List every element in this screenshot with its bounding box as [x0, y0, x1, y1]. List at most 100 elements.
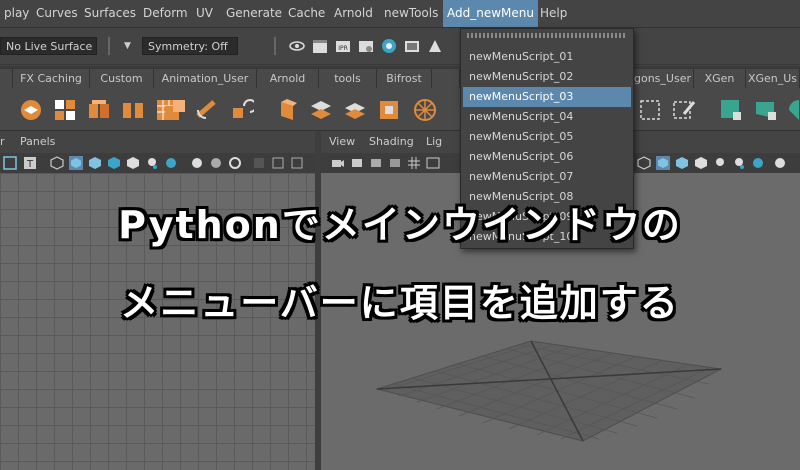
text-icon[interactable]: T [23, 156, 37, 170]
menu-item-newmenuscript-02[interactable]: newMenuScript_02 [463, 67, 631, 87]
wireframe-icon[interactable] [637, 156, 651, 170]
arnold-render-icon[interactable] [427, 38, 443, 54]
menu-item-newmenuscript-04[interactable]: newMenuScript_04 [463, 107, 631, 127]
camera-attributes-icon[interactable] [350, 156, 364, 170]
ambient-occlusion-icon[interactable] [164, 156, 178, 170]
motion-blur-icon[interactable] [190, 156, 204, 170]
shelf [0, 88, 800, 131]
xgen-modifier-icon[interactable] [787, 98, 800, 122]
menu-newtools[interactable]: newTools [380, 0, 442, 27]
paint-select-icon[interactable] [672, 98, 696, 122]
xgen-guides-icon[interactable] [754, 98, 778, 122]
tab-polygons-user[interactable]: gons_User [632, 69, 694, 88]
use-lights-icon[interactable] [713, 156, 727, 170]
clapper-icon[interactable] [312, 38, 328, 54]
textured-icon[interactable] [694, 156, 708, 170]
smooth-shade-icon[interactable] [69, 156, 83, 170]
menu-renderer[interactable]: r [0, 131, 5, 153]
tab-xgen-user[interactable]: XGen_Us [746, 69, 800, 88]
wireframe-icon[interactable] [50, 156, 64, 170]
polygon-layers-icon[interactable] [19, 98, 43, 122]
motion-blur-icon[interactable] [773, 156, 787, 170]
tab-tools[interactable]: tools [319, 69, 377, 88]
xgen-create-icon[interactable] [719, 98, 743, 122]
tear-off-handle[interactable] [467, 33, 627, 38]
wireframe-on-shaded-icon[interactable] [675, 156, 689, 170]
menu-item-newmenuscript-05[interactable]: newMenuScript_05 [463, 127, 631, 147]
combine-icon[interactable] [53, 98, 77, 122]
render-eye-icon[interactable] [289, 38, 305, 54]
bevel-icon[interactable] [163, 98, 187, 122]
tab-xgen[interactable]: XGen [694, 69, 746, 88]
tab-fx-caching[interactable]: FX Caching [13, 69, 90, 88]
tab-hidden[interactable] [432, 69, 460, 88]
extract-icon[interactable] [87, 98, 111, 122]
film-gate-icon[interactable] [426, 156, 440, 170]
svg-text:IPR: IPR [338, 45, 348, 52]
shelf-tabs: FX Caching Custom Animation_User Arnold … [0, 66, 800, 88]
menu-item-newmenuscript-06[interactable]: newMenuScript_06 [463, 147, 631, 167]
mirror-icon[interactable] [230, 98, 254, 122]
grid-toggle-icon[interactable] [407, 156, 421, 170]
menu-uv[interactable]: UV [192, 0, 217, 27]
svg-text:T: T [26, 159, 34, 170]
tab-custom[interactable]: Custom [90, 69, 154, 88]
viewport-left-menubar: r Panels [0, 131, 315, 153]
ambient-occlusion-icon[interactable] [751, 156, 765, 170]
tab-shelf[interactable] [0, 69, 13, 88]
menu-shading[interactable]: Shading [369, 131, 414, 153]
menu-panels[interactable]: Panels [20, 131, 55, 153]
tab-animation-user[interactable]: Animation_User [154, 69, 257, 88]
menu-surfaces[interactable]: Surfaces [80, 0, 140, 27]
menu-item-newmenuscript-07[interactable]: newMenuScript_07 [463, 167, 631, 187]
symmetry-field[interactable]: Symmetry: Off [142, 37, 238, 55]
render-settings-icon[interactable] [358, 38, 374, 54]
menu-view[interactable]: View [329, 131, 355, 153]
menu-arnold[interactable]: Arnold [330, 0, 377, 27]
isolate-select-icon[interactable] [252, 156, 266, 170]
maya-window: play Curves Surfaces Deform UV Generate … [0, 0, 800, 470]
dropdown-arrow-icon[interactable]: ▼ [124, 38, 140, 54]
overlay-title-line-1: Pythonでメインウインドウの [118, 203, 682, 247]
wedge-icon[interactable] [413, 98, 437, 122]
menu-generate[interactable]: Generate [222, 0, 286, 27]
menu-cache[interactable]: Cache [284, 0, 329, 27]
viewport-left-toolbar: T [0, 153, 315, 173]
menu-item-newmenuscript-03[interactable]: newMenuScript_03 [463, 87, 631, 107]
shadows-icon[interactable] [732, 156, 746, 170]
render-view-icon[interactable] [404, 38, 420, 54]
anti-alias-icon[interactable] [209, 156, 223, 170]
menu-deform[interactable]: Deform [139, 0, 192, 27]
depth-of-field-icon[interactable] [228, 156, 242, 170]
append-icon[interactable] [343, 98, 367, 122]
menu-lighting[interactable]: Lig [426, 131, 442, 153]
wireframe-on-shaded-icon[interactable] [88, 156, 102, 170]
xray-icon[interactable] [271, 156, 285, 170]
use-lights-icon[interactable] [126, 156, 140, 170]
separate-icon[interactable] [121, 98, 145, 122]
smooth-icon[interactable] [194, 98, 218, 122]
menu-display[interactable]: play [0, 0, 33, 27]
textured-icon[interactable] [107, 156, 121, 170]
shadows-icon[interactable] [145, 156, 159, 170]
tab-arnold[interactable]: Arnold [257, 69, 319, 88]
xray-joints-icon[interactable] [290, 156, 304, 170]
separator [108, 37, 110, 55]
bridge-icon[interactable] [309, 98, 333, 122]
menu-add-newmenu[interactable]: Add_newMenu [443, 0, 538, 27]
target-weld-icon[interactable] [638, 98, 662, 122]
camera-icon[interactable] [331, 156, 345, 170]
live-surface-field[interactable]: No Live Surface [0, 37, 97, 55]
fill-hole-icon[interactable] [377, 98, 401, 122]
select-camera-icon[interactable] [3, 156, 17, 170]
menu-item-newmenuscript-01[interactable]: newMenuScript_01 [463, 47, 631, 67]
tab-bifrost[interactable]: Bifrost [377, 69, 432, 88]
extrude-icon[interactable] [275, 98, 299, 122]
bookmark-icon[interactable] [369, 156, 383, 170]
menu-curves[interactable]: Curves [32, 0, 82, 27]
menu-help[interactable]: Help [536, 0, 571, 27]
hypershade-icon[interactable] [381, 38, 397, 54]
smooth-shade-icon[interactable] [656, 156, 670, 170]
image-plane-icon[interactable] [388, 156, 402, 170]
ipr-render-icon[interactable]: IPR [335, 38, 351, 54]
